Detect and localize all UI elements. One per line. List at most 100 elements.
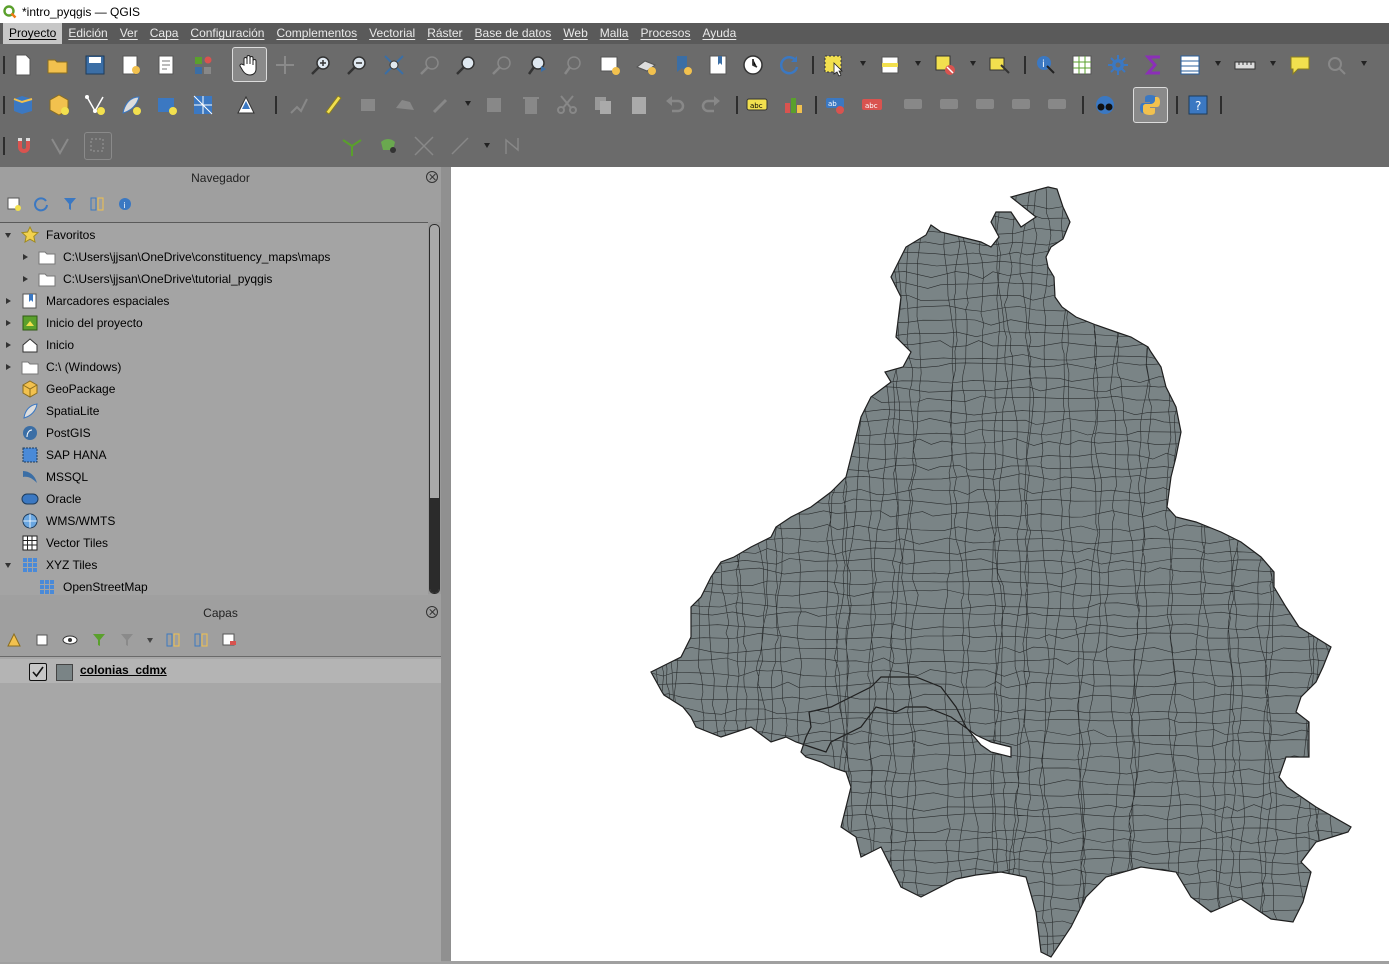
menu-ver[interactable]: Ver <box>114 23 144 44</box>
select-by-attribute-icon[interactable] <box>878 53 902 77</box>
browser-filter-icon[interactable] <box>62 196 78 212</box>
browser-item[interactable]: Marcadores espaciales <box>0 290 428 312</box>
highlight-pinned-labels-icon[interactable]: ab <box>824 93 848 117</box>
rotate-label-icon[interactable] <box>974 93 998 117</box>
pin-unpin-labels-icon[interactable]: abc <box>860 93 884 117</box>
layer-visibility-checkbox[interactable] <box>29 663 47 681</box>
zoom-to-layer-icon[interactable] <box>454 53 478 77</box>
new-mesh-layer-icon[interactable] <box>191 93 215 117</box>
expand-arrow-icon[interactable] <box>5 563 11 568</box>
filter-expression-icon[interactable] <box>119 632 135 648</box>
save-edits-icon[interactable] <box>287 93 311 117</box>
modify-attributes-icon[interactable] <box>429 93 453 117</box>
refresh-icon[interactable] <box>777 53 801 77</box>
qgis-plugin-icon[interactable] <box>1093 93 1117 117</box>
select-features-icon[interactable] <box>822 53 846 77</box>
zoom-in-icon[interactable] <box>309 53 333 77</box>
browser-close-icon[interactable] <box>426 171 438 183</box>
browser-item[interactable]: GeoPackage <box>0 378 428 400</box>
layer-labeling-options-icon[interactable]: abc <box>745 93 769 117</box>
select-location-icon[interactable] <box>987 53 1011 77</box>
layers-close-icon[interactable] <box>426 606 438 618</box>
browser-item[interactable]: Favoritos <box>0 224 428 246</box>
help-icon[interactable]: ? <box>1186 93 1210 117</box>
save-project-icon[interactable] <box>83 53 107 77</box>
layer-row[interactable]: colonias_cdmx <box>0 659 441 683</box>
menu-base-de-datos[interactable]: Base de datos <box>469 23 558 44</box>
browser-item[interactable]: Vector Tiles <box>0 532 428 554</box>
new-shapefile-layer-icon[interactable] <box>83 93 107 117</box>
delete-selected-icon[interactable] <box>483 93 507 117</box>
zoom-next-icon[interactable] <box>562 53 586 77</box>
map-canvas[interactable] <box>451 167 1389 961</box>
open-project-icon[interactable] <box>46 53 70 77</box>
layout-manager-icon[interactable] <box>155 53 179 77</box>
paste-features-icon[interactable] <box>627 93 651 117</box>
browser-add-layer-icon[interactable] <box>6 196 22 212</box>
cut-features-icon[interactable] <box>555 93 579 117</box>
browser-item[interactable]: WMS/WMTS <box>0 510 428 532</box>
menu-malla[interactable]: Malla <box>594 23 635 44</box>
move-label-icon[interactable] <box>938 93 962 117</box>
browser-refresh-icon[interactable] <box>33 196 49 212</box>
browser-item[interactable]: OpenStreetMap <box>0 576 428 595</box>
deselect-all-icon[interactable] <box>933 53 957 77</box>
manage-visibility-icon[interactable] <box>62 632 78 648</box>
menu-complementos[interactable]: Complementos <box>270 23 363 44</box>
browser-item[interactable]: MSSQL <box>0 466 428 488</box>
menu-edicion[interactable]: Edición <box>62 23 113 44</box>
collapse-all-icon[interactable] <box>193 632 209 648</box>
snapping-intersection-icon[interactable] <box>412 134 436 158</box>
expand-arrow-icon[interactable] <box>5 233 11 238</box>
browser-scrollbar[interactable] <box>428 222 441 594</box>
layer-diagram-options-icon[interactable] <box>781 93 805 117</box>
browser-collapse-all-icon[interactable] <box>89 196 105 212</box>
show-bookmarks-icon[interactable] <box>706 53 730 77</box>
menu-procesos[interactable]: Procesos <box>634 23 696 44</box>
statistical-summary-icon[interactable] <box>1142 53 1166 77</box>
collapse-arrow-icon[interactable] <box>6 297 11 304</box>
zoom-to-selection-icon[interactable] <box>418 53 442 77</box>
show-layout-settings-icon[interactable] <box>1324 53 1348 77</box>
python-console-icon[interactable] <box>1138 93 1162 117</box>
collapse-arrow-icon[interactable] <box>23 253 28 260</box>
layer-styling-icon[interactable] <box>6 632 22 648</box>
new-map-view-icon[interactable] <box>598 53 622 77</box>
collapse-arrow-icon[interactable] <box>6 341 11 348</box>
show-hide-labels-icon[interactable] <box>902 93 926 117</box>
new-geopackage-layer-icon[interactable] <box>47 93 71 117</box>
label-properties-icon[interactable] <box>1046 93 1070 117</box>
measure-line-icon[interactable] <box>1233 53 1257 77</box>
remove-layer-icon[interactable] <box>221 632 237 648</box>
redo-icon[interactable] <box>699 93 723 117</box>
tracing-icon[interactable] <box>502 134 526 158</box>
open-attribute-table-icon[interactable] <box>1070 53 1094 77</box>
menu-proyecto[interactable]: Proyecto <box>3 23 63 44</box>
new-print-layout-icon[interactable] <box>119 53 143 77</box>
new-bookmark-icon[interactable] <box>671 53 695 77</box>
new-spatialite-layer-icon[interactable] <box>119 93 143 117</box>
zoom-last-icon[interactable] <box>526 53 550 77</box>
browser-item[interactable]: PostGIS <box>0 422 428 444</box>
browser-item[interactable]: C:\ (Windows) <box>0 356 428 378</box>
menu-configuracion[interactable]: Configuración <box>184 23 270 44</box>
change-label-icon[interactable] <box>1010 93 1034 117</box>
menu-raster[interactable]: Ráster <box>421 23 468 44</box>
topological-editing-icon[interactable] <box>340 134 364 158</box>
vertex-tool-icon[interactable] <box>393 93 417 117</box>
menu-ayuda[interactable]: Ayuda <box>696 23 742 44</box>
style-manager-icon[interactable] <box>191 53 215 77</box>
browser-item[interactable]: SpatiaLite <box>0 400 428 422</box>
zoom-out-icon[interactable] <box>345 53 369 77</box>
trash-icon[interactable] <box>519 93 543 117</box>
data-source-manager-icon[interactable] <box>11 93 35 117</box>
browser-properties-icon[interactable]: i <box>117 196 133 212</box>
snapping-layers-icon[interactable] <box>48 134 72 158</box>
menu-vectorial[interactable]: Vectorial <box>363 23 421 44</box>
expand-all-icon[interactable] <box>165 632 181 648</box>
new-virtual-layer-icon[interactable] <box>155 93 179 117</box>
filter-legend-icon[interactable] <box>91 632 107 648</box>
collapse-arrow-icon[interactable] <box>6 363 11 370</box>
browser-item[interactable]: Inicio del proyecto <box>0 312 428 334</box>
magnet-snapping-icon[interactable] <box>12 134 36 158</box>
